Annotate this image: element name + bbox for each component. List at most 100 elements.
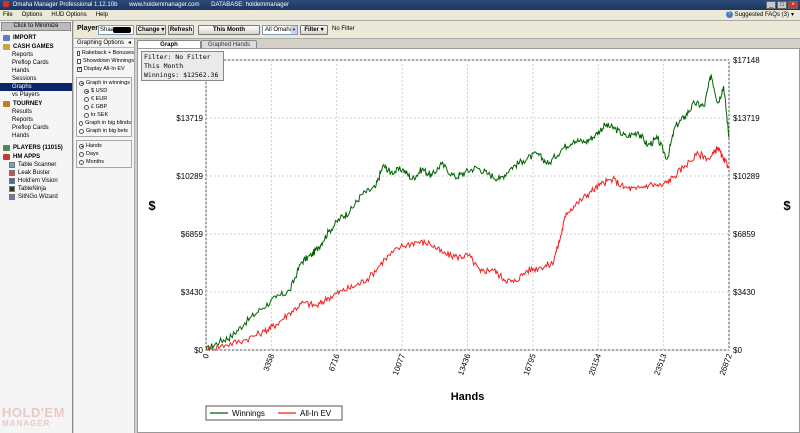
y-tick-label-right: $0: [733, 346, 742, 355]
sidebar-hm-apps[interactable]: HM APPS: [0, 152, 72, 161]
close-window-button[interactable]: ×: [788, 1, 798, 9]
x-tick-label: 0: [201, 352, 211, 360]
sidebar-app-holdem-vision[interactable]: Hold'em Vision: [0, 177, 72, 185]
currency-label: £ GBP: [91, 104, 108, 110]
graph-axis-mode-group: Hands Days Months: [76, 140, 132, 168]
menu-file[interactable]: File: [3, 12, 13, 18]
radio-button: [79, 80, 84, 86]
big-bets-label: Graph in big bets: [86, 128, 128, 134]
radio-button: [79, 120, 84, 126]
sidebar-cash-games[interactable]: CASH GAMES: [0, 42, 72, 51]
change-button-label: Change: [137, 27, 160, 33]
currency-gbp-radio[interactable]: £ GBP: [77, 103, 131, 111]
sidebar-app-leak-buster[interactable]: Leak Buster: [0, 169, 72, 177]
sidebar-item-hands[interactable]: Hands: [0, 67, 72, 75]
redacted-player-name: [113, 27, 131, 33]
chevron-down-icon: ▼: [291, 26, 297, 34]
rakeback-label: Rakeback + Bonuses: [81, 50, 134, 56]
player-label: Player: [77, 25, 99, 32]
x-tick-label: 13436: [456, 352, 472, 377]
menu-options[interactable]: Options: [22, 12, 43, 18]
game-select[interactable]: All Omaha ▼: [262, 25, 298, 35]
x-tick-label: 16795: [522, 352, 538, 377]
graph-in-big-bets-radio[interactable]: Graph in big bets: [77, 127, 131, 135]
app-label: Leak Buster: [18, 170, 51, 176]
refresh-button[interactable]: Refresh: [168, 25, 194, 35]
radio-button: [79, 159, 84, 165]
sidebar-app-tableninja[interactable]: TableNinja: [0, 185, 72, 193]
mode-days-radio[interactable]: Days: [77, 150, 131, 158]
this-month-button[interactable]: This Month: [198, 25, 260, 35]
radio-button: [79, 143, 84, 149]
maximize-window-button[interactable]: □: [777, 1, 787, 9]
filter-button[interactable]: Filter ▾: [300, 25, 328, 35]
table-scanner-icon: [9, 162, 15, 168]
suggested-faqs[interactable]: ? Suggested FAQs (3) ▾: [725, 11, 794, 18]
radio-button: [84, 112, 89, 118]
sidebar-app-table-scanner[interactable]: Table Scanner: [0, 161, 72, 169]
question-icon: ?: [725, 11, 733, 18]
change-button[interactable]: Change ▾: [136, 25, 166, 35]
cash-icon: [3, 43, 10, 50]
sidebar-import[interactable]: IMPORT: [0, 33, 72, 42]
tableninja-icon: [9, 186, 15, 192]
allin-ev-checkbox[interactable]: ✓ Display All-In EV: [74, 65, 134, 73]
sidebar-players-label: PLAYERS (11015): [13, 144, 63, 151]
sidebar-item-vs-players[interactable]: vs Players: [0, 91, 72, 99]
filter-info-line: Filter: No Filter: [144, 53, 211, 61]
player-field[interactable]: Shaac: [98, 25, 134, 35]
y-tick-label-right: $17148: [733, 56, 760, 65]
tab-graph[interactable]: Graph: [137, 40, 201, 48]
currency-eur-radio[interactable]: € EUR: [77, 95, 131, 103]
currency-usd-radio[interactable]: $ USD: [77, 87, 131, 95]
allin-ev-label: Display All-In EV: [84, 66, 125, 72]
sidebar-item-reports[interactable]: Reports: [0, 51, 72, 59]
minimize-window-button[interactable]: _: [766, 1, 776, 9]
graph-panel: $0 $0 $3430 $3430 $6859 $6859 $10289 $10289 $137…: [137, 48, 800, 433]
sidebar-import-label: IMPORT: [13, 34, 37, 41]
graph-in-winnings-radio[interactable]: Graph in winnings: [77, 79, 131, 87]
x-tick-label: 10077: [391, 352, 407, 377]
radio-button: [84, 104, 89, 110]
sidebar-item-preflop-cards[interactable]: Preflop Cards: [0, 59, 72, 67]
sidebar-item-graphs[interactable]: Graphs: [0, 83, 72, 91]
app-label: TableNinja: [18, 186, 47, 192]
rakeback-checkbox[interactable]: Rakeback + Bonuses: [74, 49, 134, 57]
collapse-icon[interactable]: ◂: [128, 39, 131, 48]
sidebar: Click to Minimize IMPORT CASH GAMES Repo…: [0, 21, 73, 433]
sidebar-players[interactable]: PLAYERS (11015): [0, 143, 72, 152]
suggested-faqs-label: Suggested FAQs (3): [734, 11, 789, 18]
x-tick-label: 20154: [587, 352, 603, 377]
mode-label: Hands: [86, 143, 102, 149]
sidebar-hm-apps-label: HM APPS: [13, 153, 41, 160]
currency-label: $ USD: [91, 88, 108, 94]
checkmark-icon: ✓: [77, 65, 83, 72]
chevron-down-icon: ▾: [790, 12, 794, 18]
tab-graphed-hands[interactable]: Graphed Hands: [201, 40, 257, 48]
sidebar-tourney[interactable]: TOURNEY: [0, 99, 72, 108]
sidebar-item-tourney-preflop-cards[interactable]: Preflop Cards: [0, 124, 72, 132]
menu-bar: File Options HUD Options Help ? Suggeste…: [0, 10, 800, 21]
sidebar-app-sitngo-wizard[interactable]: SitNGo Wizard: [0, 193, 72, 201]
y-axis-title-left: $: [148, 198, 156, 213]
title-bar: Omaha Manager Professional 1.12.10b www.…: [0, 0, 800, 10]
filter-info-line: Winnings: $12562.36: [144, 71, 219, 79]
graph-in-big-blinds-radio[interactable]: Graph in big blinds: [77, 119, 131, 127]
winnings-chart: $0 $0 $3430 $3430 $6859 $6859 $10289 $10289 $137…: [148, 56, 791, 421]
menu-hud-options[interactable]: HUD Options: [51, 12, 86, 18]
showdown-checkbox[interactable]: Showdown Winnings: [74, 57, 134, 65]
sidebar-item-sessions[interactable]: Sessions: [0, 75, 72, 83]
mode-hands-radio[interactable]: Hands: [77, 142, 131, 150]
y-tick-label-right: $3430: [733, 288, 756, 297]
currency-sek-radio[interactable]: kr SEK: [77, 111, 131, 119]
holdem-manager-logo: HOLD'EM MANAGER: [2, 406, 65, 429]
sidebar-item-tourney-reports[interactable]: Reports: [0, 116, 72, 124]
filter-info-line: This Month: [144, 62, 184, 70]
sidebar-item-results[interactable]: Results: [0, 108, 72, 116]
y-tick-label-left: $10289: [176, 172, 203, 181]
minimize-sidebar-button[interactable]: Click to Minimize: [1, 22, 71, 31]
sidebar-item-tourney-hands[interactable]: Hands: [0, 132, 72, 140]
mode-months-radio[interactable]: Months: [77, 158, 131, 166]
x-tick-label: 3358: [262, 352, 277, 372]
menu-help[interactable]: Help: [96, 12, 108, 18]
